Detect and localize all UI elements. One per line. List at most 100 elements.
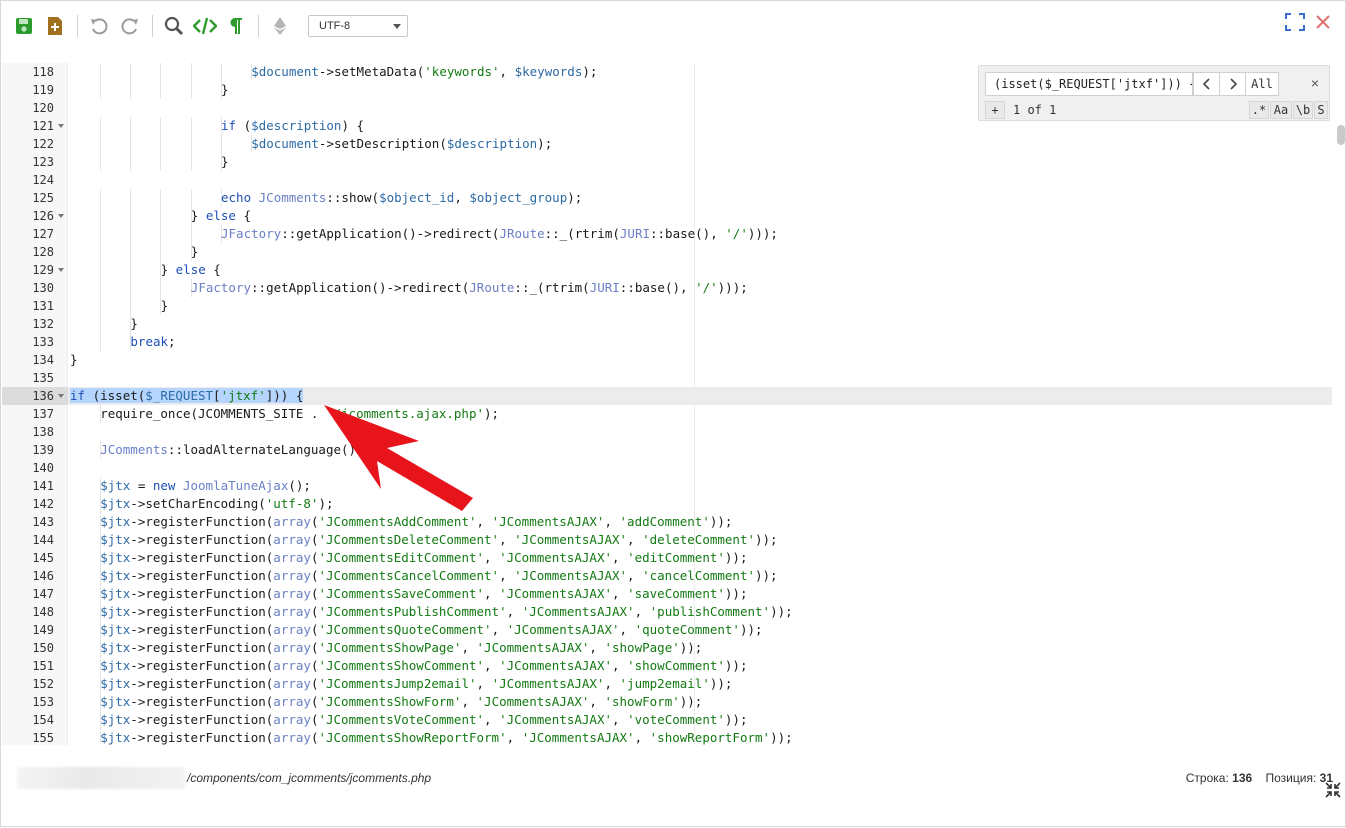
- undo-button[interactable]: [86, 13, 112, 39]
- line-number: 144: [32, 533, 54, 547]
- code-line[interactable]: 141 $jtx = new JoomlaTuneAjax();: [2, 477, 1332, 495]
- code-text: $jtx->registerFunction(array('JCommentsJ…: [100, 676, 733, 691]
- line-number: 143: [32, 515, 54, 529]
- regex-toggle[interactable]: .*: [1249, 101, 1269, 119]
- indent-guide: [100, 315, 101, 333]
- indent-guide: [160, 207, 162, 225]
- replace-toggle-button[interactable]: +: [985, 101, 1005, 119]
- redo-button[interactable]: [117, 13, 143, 39]
- fold-toggle-icon[interactable]: [58, 124, 64, 128]
- code-text: $jtx->registerFunction(array('JCommentsE…: [100, 550, 748, 565]
- code-line[interactable]: 150 $jtx->registerFunction(array('JCommen…: [2, 639, 1332, 657]
- find-prev-button[interactable]: [1193, 72, 1220, 96]
- indent-guide: [220, 135, 222, 153]
- line-number: 120: [32, 101, 54, 115]
- code-line[interactable]: 147 $jtx->registerFunction(array('JCommen…: [2, 585, 1332, 603]
- code-line[interactable]: 129} else {: [2, 261, 1332, 279]
- scrollbar-thumb[interactable]: [1337, 125, 1345, 145]
- chevron-left-icon: [1202, 78, 1210, 90]
- code-line[interactable]: 133 break;: [2, 333, 1332, 351]
- diamond-icon: [274, 17, 286, 35]
- case-sensitive-toggle[interactable]: Aa: [1270, 101, 1292, 119]
- indent-guide: [160, 63, 162, 81]
- code-line[interactable]: 140: [2, 459, 1332, 477]
- code-line[interactable]: 148 $jtx->registerFunction(array('JCommen…: [2, 603, 1332, 621]
- code-line[interactable]: 153 $jtx->registerFunction(array('JCommen…: [2, 693, 1332, 711]
- encoding-select[interactable]: UTF-8: [308, 15, 408, 37]
- code-line[interactable]: 145 $jtx->registerFunction(array('JCommen…: [2, 549, 1332, 567]
- close-editor-button[interactable]: [1315, 13, 1331, 36]
- line-number: 122: [32, 137, 54, 151]
- code-line[interactable]: 125 echo JComments::show($object_id, $obj…: [2, 189, 1332, 207]
- code-line[interactable]: 137 require_once(JCOMMENTS_SITE . '/jcomm…: [2, 405, 1332, 423]
- invisibles-button[interactable]: [223, 13, 249, 39]
- line-number: 137: [32, 407, 54, 421]
- code-editor[interactable]: 118 $document->setMetaData('keywords', $k…: [2, 63, 1334, 745]
- code-line[interactable]: 135: [2, 369, 1332, 387]
- code-line[interactable]: 152 $jtx->registerFunction(array('JCommen…: [2, 675, 1332, 693]
- code-line[interactable]: 139 JComments::loadAlternateLanguage();: [2, 441, 1332, 459]
- code-text: if (isset($_REQUEST['jtxf'])) {: [70, 388, 304, 403]
- code-text: $jtx->registerFunction(array('JCommentsC…: [100, 568, 778, 583]
- line-number: 155: [32, 731, 54, 745]
- indent-guide: [100, 135, 101, 153]
- indent-guide: [100, 333, 101, 351]
- code-line[interactable]: 143 $jtx->registerFunction(array('JCommen…: [2, 513, 1332, 531]
- code-text: if ($description) {: [221, 118, 365, 133]
- line-number: 130: [32, 281, 54, 295]
- code-text: JFactory::getApplication()->redirect(JRo…: [221, 226, 778, 241]
- code-line[interactable]: 144 $jtx->registerFunction(array('JCommen…: [2, 531, 1332, 549]
- code-line[interactable]: 123}: [2, 153, 1332, 171]
- indent-guide: [100, 297, 101, 315]
- code-line[interactable]: 142 $jtx->setCharEncoding('utf-8');: [2, 495, 1332, 513]
- ethereum-button[interactable]: [267, 13, 293, 39]
- indent-guide: [130, 135, 132, 153]
- fullscreen-button[interactable]: [1285, 13, 1305, 36]
- line-number: 152: [32, 677, 54, 691]
- find-next-button[interactable]: [1219, 72, 1246, 96]
- code-line[interactable]: 132}: [2, 315, 1332, 333]
- search-in-selection-toggle[interactable]: S: [1314, 101, 1328, 119]
- fullscreen-icon: [1285, 13, 1305, 31]
- code-line[interactable]: 122 $document->setDescription($descriptio…: [2, 135, 1332, 153]
- blurred-path-prefix: [17, 767, 185, 789]
- whole-word-toggle[interactable]: \b: [1293, 101, 1313, 119]
- search-input[interactable]: (isset($_REQUEST['jtxf'])) {: [985, 72, 1193, 96]
- line-number: 153: [32, 695, 54, 709]
- code-line[interactable]: 134}: [2, 351, 1332, 369]
- code-button[interactable]: [192, 13, 218, 39]
- code-line[interactable]: 130 JFactory::getApplication()->redirect(…: [2, 279, 1332, 297]
- resize-handle[interactable]: [1325, 782, 1341, 803]
- code-line[interactable]: 146 $jtx->registerFunction(array('JCommen…: [2, 567, 1332, 585]
- code-line[interactable]: 136 if (isset($_REQUEST['jtxf'])) {: [2, 387, 1332, 405]
- vertical-scrollbar[interactable]: [1335, 63, 1345, 745]
- code-line[interactable]: 154 $jtx->registerFunction(array('JCommen…: [2, 711, 1332, 729]
- line-number: 147: [32, 587, 54, 601]
- search-button[interactable]: [161, 13, 187, 39]
- code-line[interactable]: 131}: [2, 297, 1332, 315]
- code-line[interactable]: 151 $jtx->registerFunction(array('JCommen…: [2, 657, 1332, 675]
- search-close-button[interactable]: ×: [1311, 75, 1319, 91]
- line-number: 124: [32, 173, 54, 187]
- code-text: }: [160, 298, 169, 313]
- indent-guide: [130, 225, 132, 243]
- fold-toggle-icon[interactable]: [58, 394, 64, 398]
- fold-toggle-icon[interactable]: [58, 268, 64, 272]
- save-button[interactable]: [11, 13, 37, 39]
- code-line[interactable]: 127 JFactory::getApplication()->redirect(…: [2, 225, 1332, 243]
- new-file-button[interactable]: [42, 13, 68, 39]
- code-text: } else {: [190, 208, 252, 223]
- code-text: $jtx->registerFunction(array('JCommentsQ…: [100, 622, 763, 637]
- fold-toggle-icon[interactable]: [58, 214, 64, 218]
- indent-guide: [100, 279, 101, 297]
- code-text: $jtx->registerFunction(array('JCommentsS…: [100, 658, 748, 673]
- code-line[interactable]: 138: [2, 423, 1332, 441]
- find-all-button[interactable]: All: [1245, 72, 1279, 96]
- code-line[interactable]: 124: [2, 171, 1332, 189]
- indent-guide: [160, 135, 162, 153]
- code-line[interactable]: 128}: [2, 243, 1332, 261]
- code-line[interactable]: 149 $jtx->registerFunction(array('JCommen…: [2, 621, 1332, 639]
- code-text: $jtx->registerFunction(array('JCommentsD…: [100, 532, 778, 547]
- code-line[interactable]: 155 $jtx->registerFunction(array('JCommen…: [2, 729, 1332, 745]
- code-line[interactable]: 126} else {: [2, 207, 1332, 225]
